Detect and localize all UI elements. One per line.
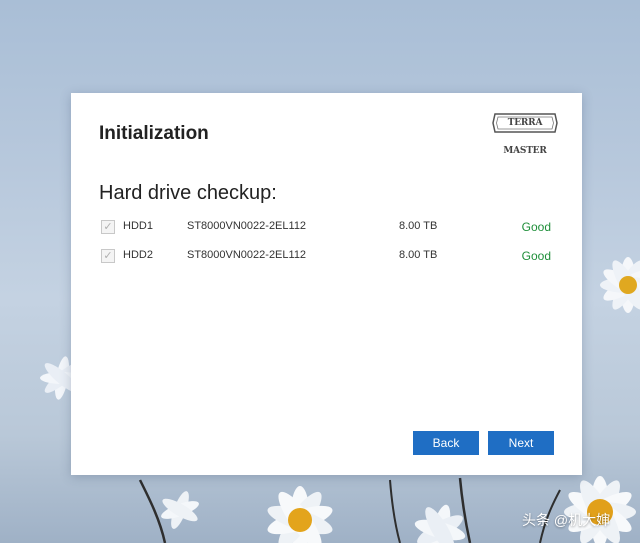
drive-status: Good bbox=[521, 249, 551, 263]
check-icon: ✓ bbox=[103, 250, 113, 262]
logo-text: TERRA MASTER bbox=[503, 118, 547, 156]
drive-size: 8.00 TB bbox=[399, 249, 438, 261]
back-button[interactable]: Back bbox=[413, 431, 479, 455]
check-icon: ✓ bbox=[103, 221, 113, 233]
drive-model: ST8000VN0022-2EL112 bbox=[187, 249, 307, 261]
dialog-title: Initialization bbox=[99, 123, 209, 144]
drive-row-hdd2: ✓ HDD2 ST8000VN0022-2EL112 8.00 TB Good bbox=[99, 247, 559, 276]
drive-checkbox[interactable]: ✓ bbox=[101, 220, 115, 234]
drive-status: Good bbox=[521, 220, 551, 234]
watermark-text: 头条 @机大婶 bbox=[522, 512, 611, 528]
drive-name: HDD2 bbox=[123, 249, 153, 261]
drive-name: HDD1 bbox=[123, 220, 153, 232]
terramaster-logo: TERRA MASTER bbox=[491, 109, 559, 156]
next-button[interactable]: Next bbox=[488, 431, 554, 455]
drive-checkbox[interactable]: ✓ bbox=[101, 249, 115, 263]
drive-size: 8.00 TB bbox=[399, 220, 438, 232]
drive-row-hdd1: ✓ HDD1 ST8000VN0022-2EL112 8.00 TB Good bbox=[99, 218, 559, 247]
drive-list: ✓ HDD1 ST8000VN0022-2EL112 8.00 TB Good … bbox=[99, 218, 559, 276]
section-heading: Hard drive checkup: bbox=[99, 182, 277, 204]
drive-model: ST8000VN0022-2EL112 bbox=[187, 220, 307, 232]
initialization-dialog: Initialization TERRA MASTER Hard drive c… bbox=[71, 93, 582, 475]
